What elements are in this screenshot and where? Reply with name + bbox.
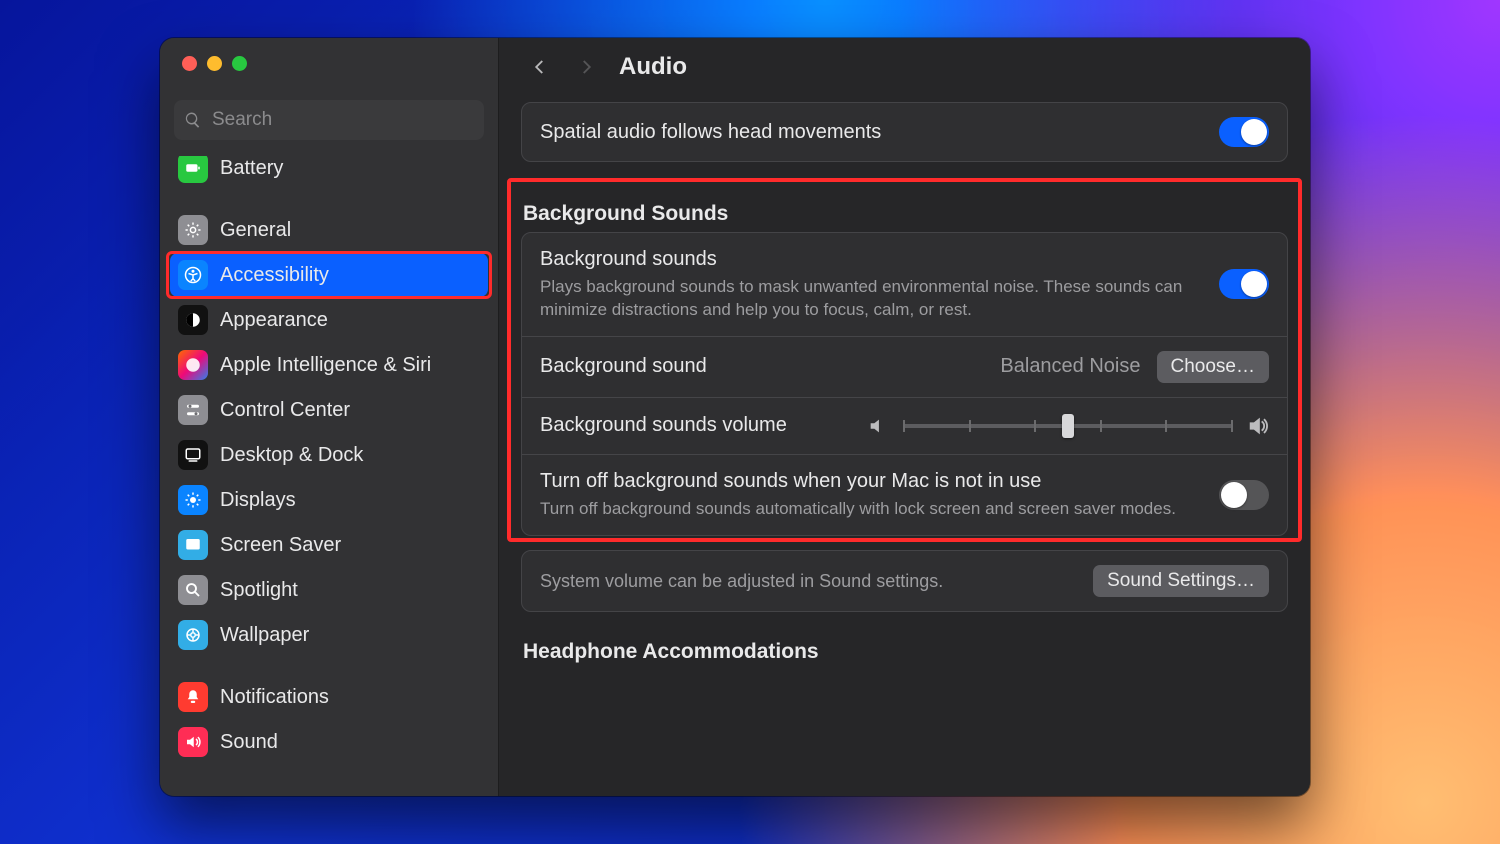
screensaver-icon xyxy=(178,530,208,560)
sound-settings-button[interactable]: Sound Settings… xyxy=(1093,565,1269,597)
highlight-box-background-sounds: Background Sounds Background sounds Play… xyxy=(521,184,1288,536)
sidebar-item-accessibility[interactable]: Accessibility xyxy=(170,253,488,297)
bg-volume-control xyxy=(867,412,1269,440)
sidebar-item-label: Apple Intelligence & Siri xyxy=(220,354,431,377)
row-label: Background sounds volume xyxy=(540,413,851,438)
sidebar-item-spotlight[interactable]: Spotlight xyxy=(170,568,488,612)
row-label-text: Background sounds xyxy=(540,247,1203,272)
sidebar-item-label: Screen Saver xyxy=(220,534,341,557)
sidebar-item-sound[interactable]: Sound xyxy=(170,720,488,764)
bg-volume-slider[interactable] xyxy=(903,412,1233,440)
control-icon xyxy=(178,395,208,425)
sidebar-item-label: Displays xyxy=(220,489,296,512)
row-label: Spatial audio follows head movements xyxy=(540,120,1203,145)
row-bg-choose: Background sound Balanced Noise Choose… xyxy=(522,336,1287,397)
siri-icon xyxy=(178,350,208,380)
row-bg-enable: Background sounds Plays background sound… xyxy=(522,233,1287,336)
row-sub-text: Plays background sounds to mask unwanted… xyxy=(540,276,1203,322)
search-icon xyxy=(184,111,202,129)
sidebar-gap xyxy=(170,658,488,674)
content-header: Audio xyxy=(499,38,1310,96)
zoom-window-button[interactable] xyxy=(232,56,247,71)
row-sub-text: Turn off background sounds automatically… xyxy=(540,498,1203,521)
chevron-right-icon xyxy=(577,58,595,76)
sidebar-item-label: Notifications xyxy=(220,686,329,709)
system-settings-window: Battery General Accessibility Appearance App… xyxy=(160,38,1310,796)
toggle-spatial-audio[interactable] xyxy=(1219,117,1269,147)
sidebar-item-desktop-dock[interactable]: Desktop & Dock xyxy=(170,433,488,477)
panel-sound-settings-link: System volume can be adjusted in Sound s… xyxy=(521,550,1288,612)
displays-icon xyxy=(178,485,208,515)
sidebar-item-label: General xyxy=(220,219,291,242)
sidebar-item-displays[interactable]: Displays xyxy=(170,478,488,522)
search-input[interactable] xyxy=(210,108,474,132)
sidebar-item-control-center[interactable]: Control Center xyxy=(170,388,488,432)
sidebar-item-label: Battery xyxy=(220,157,283,180)
sidebar-scroll[interactable]: Battery General Accessibility Appearance App… xyxy=(160,156,498,796)
sidebar-item-label: Control Center xyxy=(220,399,350,422)
chevron-left-icon xyxy=(531,58,549,76)
row-label: Turn off background sounds when your Mac… xyxy=(540,469,1203,521)
panel-spatial-audio: Spatial audio follows head movements xyxy=(521,102,1288,162)
row-label: System volume can be adjusted in Sound s… xyxy=(540,570,1077,593)
sidebar-item-label: Wallpaper xyxy=(220,624,309,647)
row-sound-settings: System volume can be adjusted in Sound s… xyxy=(522,551,1287,611)
accessibility-icon xyxy=(178,260,208,290)
sidebar-item-label: Appearance xyxy=(220,309,328,332)
row-label: Background sounds Plays background sound… xyxy=(540,247,1203,322)
search-icon xyxy=(178,575,208,605)
sidebar-item-general[interactable]: General xyxy=(170,208,488,252)
sidebar-item-screen-saver[interactable]: Screen Saver xyxy=(170,523,488,567)
speaker-low-icon xyxy=(867,415,889,437)
section-title-headphone-accommodations: Headphone Accommodations xyxy=(523,640,1286,664)
sidebar-item-ai-siri[interactable]: Apple Intelligence & Siri xyxy=(170,343,488,387)
row-label: Background sound xyxy=(540,354,984,379)
row-bg-idle-off: Turn off background sounds when your Mac… xyxy=(522,454,1287,535)
sidebar-item-appearance[interactable]: Appearance xyxy=(170,298,488,342)
close-window-button[interactable] xyxy=(182,56,197,71)
dock-icon xyxy=(178,440,208,470)
sidebar-gap xyxy=(170,191,488,207)
minimize-window-button[interactable] xyxy=(207,56,222,71)
appearance-icon xyxy=(178,305,208,335)
sidebar-item-label: Accessibility xyxy=(220,264,329,287)
toggle-bg-idle-off[interactable] xyxy=(1219,480,1269,510)
sidebar-item-wallpaper[interactable]: Wallpaper xyxy=(170,613,488,657)
sidebar: Battery General Accessibility Appearance App… xyxy=(160,38,499,796)
gear-icon xyxy=(178,215,208,245)
choose-bg-sound-button[interactable]: Choose… xyxy=(1157,351,1270,383)
wallpaper-icon xyxy=(178,620,208,650)
panel-background-sounds: Background sounds Plays background sound… xyxy=(521,232,1288,536)
toggle-bg-sounds[interactable] xyxy=(1219,269,1269,299)
window-traffic-lights xyxy=(160,38,498,90)
speaker-high-icon xyxy=(1247,415,1269,437)
section-title-background-sounds: Background Sounds xyxy=(523,202,1286,226)
bell-icon xyxy=(178,682,208,712)
row-bg-volume: Background sounds volume xyxy=(522,397,1287,454)
content-body[interactable]: Spatial audio follows head movements Bac… xyxy=(499,96,1310,796)
page-title: Audio xyxy=(619,53,687,81)
content-area: Audio Spatial audio follows head movemen… xyxy=(499,38,1310,796)
nav-back-button[interactable] xyxy=(521,48,559,86)
search-field[interactable] xyxy=(174,100,484,140)
nav-forward-button[interactable] xyxy=(567,48,605,86)
battery-icon xyxy=(178,156,208,183)
sidebar-item-battery[interactable]: Battery xyxy=(170,156,488,190)
bg-sound-value: Balanced Noise xyxy=(1000,355,1140,378)
sidebar-item-notifications[interactable]: Notifications xyxy=(170,675,488,719)
sidebar-item-label: Sound xyxy=(220,731,278,754)
sidebar-item-label: Spotlight xyxy=(220,579,298,602)
sound-icon xyxy=(178,727,208,757)
row-spatial-audio: Spatial audio follows head movements xyxy=(522,103,1287,161)
sidebar-item-label: Desktop & Dock xyxy=(220,444,363,467)
row-label-text: Turn off background sounds when your Mac… xyxy=(540,469,1203,494)
